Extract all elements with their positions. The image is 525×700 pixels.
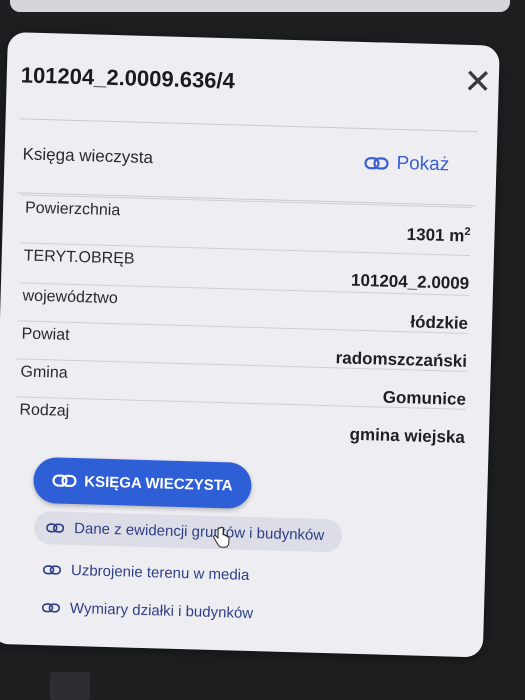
attribute-value: gmina wiejska <box>349 424 466 447</box>
link-icon <box>46 523 65 533</box>
close-icon[interactable]: ✕ <box>462 63 493 102</box>
show-link[interactable]: Pokaż <box>364 152 450 176</box>
cadastre-data-link-label: Dane z ewidencji gruntów i budynków <box>73 520 325 545</box>
attribute-label: Powierzchnia <box>24 199 121 220</box>
land-registry-label: Księga wieczysta <box>22 144 154 168</box>
parcel-id-title: 101204_2.0009.636/4 <box>20 62 236 94</box>
utilities-link-label: Uzbrojenie terenu w media <box>70 561 250 584</box>
hand-cursor-icon <box>213 526 230 548</box>
attribute-label: Gmina <box>20 363 68 382</box>
attribute-value: 101204_2.0009 <box>350 270 470 293</box>
cadastre-data-link[interactable]: Dane z ewidencji gruntów i budynków <box>33 510 343 553</box>
dimensions-link-label: Wymiary działki i budynków <box>69 599 254 623</box>
background-window-edge <box>10 0 510 12</box>
attribute-value: 1301 m2 <box>406 224 471 246</box>
link-icon <box>42 565 62 575</box>
background-object <box>50 672 90 700</box>
attribute-label: TERYT.OBRĘB <box>23 247 135 268</box>
show-link-label: Pokaż <box>396 152 450 176</box>
link-icon <box>41 603 61 613</box>
land-registry-button[interactable]: KSIĘGA WIECZYSTA <box>32 456 253 509</box>
attribute-label: Powiat <box>21 325 70 344</box>
attribute-label: Rodzaj <box>19 401 70 420</box>
divider <box>19 118 478 133</box>
dimensions-link[interactable]: Wymiary działki i budynków <box>41 599 254 623</box>
link-icon <box>364 157 389 170</box>
utilities-link[interactable]: Uzbrojenie terenu w media <box>42 561 250 584</box>
attribute-label: województwo <box>22 287 118 308</box>
link-icon <box>52 474 77 488</box>
parcel-info-panel: 101204_2.0009.636/4 ✕ Księga wieczysta P… <box>0 32 500 658</box>
land-registry-button-label: KSIĘGA WIECZYSTA <box>84 472 233 494</box>
